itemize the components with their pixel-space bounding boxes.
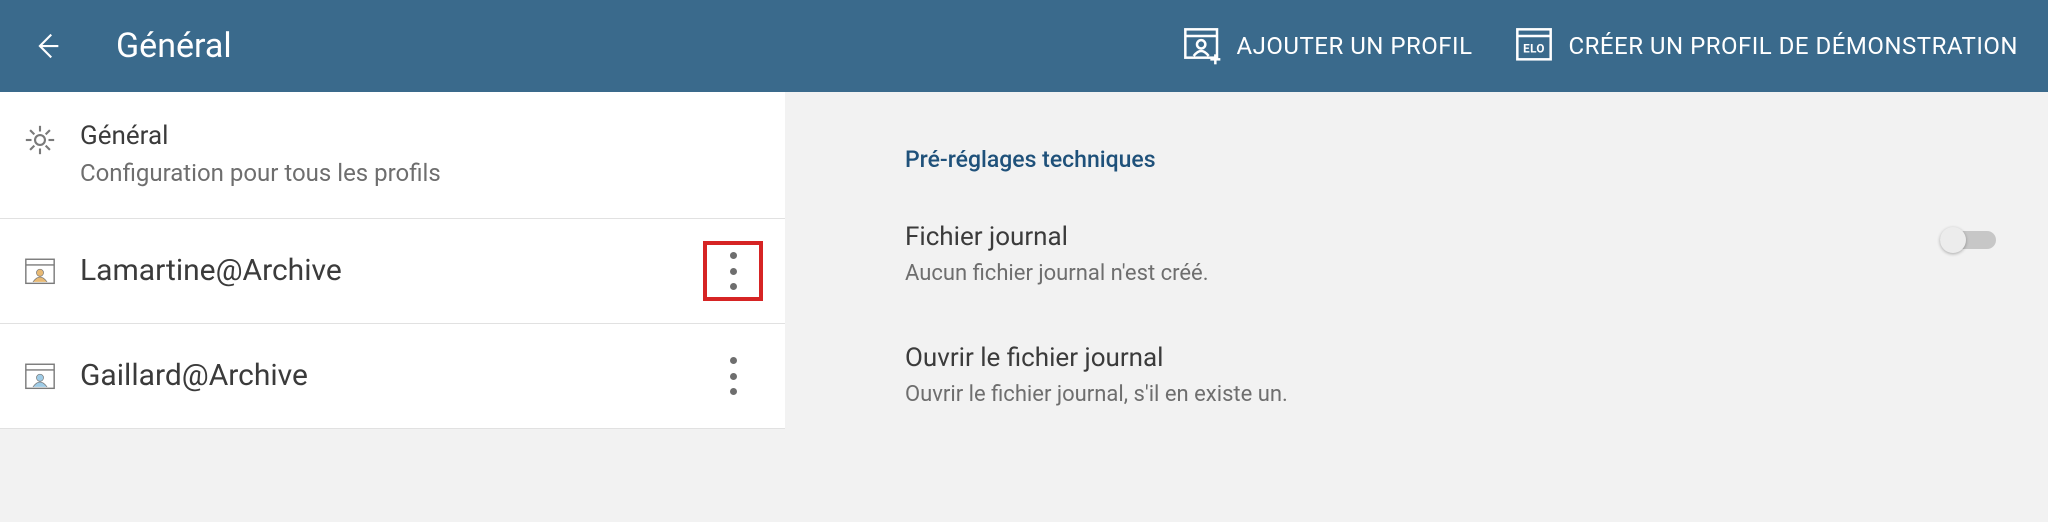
profile-name: Lamartine@Archive (80, 252, 681, 290)
profile-item-lamartine[interactable]: Lamartine@Archive (0, 219, 785, 324)
technical-presets-header: Pré-réglages techniques (905, 146, 2008, 173)
general-item-title: Général (80, 120, 763, 153)
profile-menu-button[interactable] (703, 241, 763, 301)
add-profile-icon (1181, 26, 1223, 66)
add-profile-label: AJOUTER UN PROFIL (1237, 32, 1473, 60)
svg-text:ELO: ELO (1523, 42, 1545, 56)
add-profile-button[interactable]: AJOUTER UN PROFIL (1161, 26, 1493, 66)
open-log-file-subtitle: Ouvrir le fichier journal, s'il en exist… (905, 382, 2008, 407)
create-demo-profile-button[interactable]: ELO CRÉER UN PROFIL DE DÉMONSTRATION (1493, 26, 2048, 66)
more-vert-icon (721, 252, 745, 290)
profile-icon (22, 254, 58, 290)
log-file-title: Fichier journal (905, 221, 1940, 255)
settings-pane: Pré-réglages techniques Fichier journal … (785, 92, 2048, 522)
open-log-file-title: Ouvrir le fichier journal (905, 342, 2008, 376)
profiles-list-pane: Général Configuration pour tous les prof… (0, 92, 785, 522)
create-demo-profile-label: CRÉER UN PROFIL DE DÉMONSTRATION (1569, 32, 2019, 60)
appbar: Général AJOUTER UN PROFIL ELO CRÉER UN P… (0, 0, 2048, 92)
page-title: Général (116, 26, 232, 66)
back-button[interactable] (0, 29, 94, 63)
elo-icon: ELO (1513, 26, 1555, 66)
content-panels: Général Configuration pour tous les prof… (0, 92, 2048, 522)
general-settings-item[interactable]: Général Configuration pour tous les prof… (0, 92, 785, 219)
profile-item-gaillard[interactable]: Gaillard@Archive (0, 324, 785, 429)
log-file-setting[interactable]: Fichier journal Aucun fichier journal n'… (905, 221, 2008, 286)
log-file-toggle[interactable] (1940, 227, 1996, 253)
general-item-subtitle: Configuration pour tous les profils (80, 157, 763, 191)
profile-menu-button[interactable] (703, 346, 763, 406)
log-file-subtitle: Aucun fichier journal n'est créé. (905, 261, 1940, 286)
profile-name: Gaillard@Archive (80, 357, 681, 395)
back-arrow-icon (30, 29, 64, 63)
profile-icon (22, 359, 58, 395)
more-vert-icon (721, 357, 745, 395)
gear-icon (22, 122, 58, 158)
open-log-file-setting[interactable]: Ouvrir le fichier journal Ouvrir le fich… (905, 342, 2008, 407)
